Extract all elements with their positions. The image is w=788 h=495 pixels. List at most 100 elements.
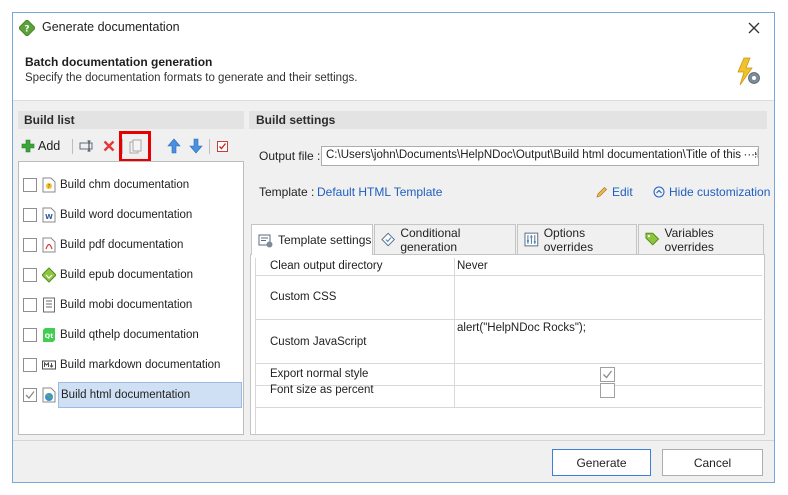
check-all-button[interactable] (213, 135, 231, 157)
build-settings-label: Build settings (256, 113, 336, 127)
template-settings-panel: Clean output directory Never Custom CSS … (250, 254, 765, 435)
generate-documentation-dialog: ? Generate documentation Batch documenta… (12, 12, 775, 483)
build-item-checkbox[interactable] (23, 298, 37, 312)
helpndoc-app-icon: ? (19, 20, 35, 36)
svg-text:W: W (45, 213, 53, 221)
svg-text:?: ? (48, 184, 51, 190)
template-settings-icon (258, 234, 273, 247)
output-file-value: C:\Users\john\Documents\HelpNDoc\Output\… (326, 149, 759, 161)
pdf-icon (42, 237, 56, 253)
build-item-checkbox[interactable] (23, 208, 37, 222)
build-list-label: Build list (24, 113, 75, 127)
tab-options-overrides[interactable]: Options overrides (517, 224, 637, 254)
dialog-header: Batch documentation generation Specify t… (13, 43, 774, 101)
setting-value-cell[interactable]: alert("HelpNDoc Rocks"); (454, 320, 762, 363)
tab-label: Variables overrides (664, 225, 714, 254)
pencil-icon (596, 186, 607, 198)
arrow-down-icon (189, 138, 203, 154)
plus-icon (21, 139, 35, 153)
arrow-up-icon (167, 138, 181, 154)
table-row[interactable]: Font size as percent (256, 383, 762, 408)
build-item-markdown[interactable]: Build markdown documentation (19, 350, 243, 380)
build-item-html[interactable]: Build html documentation (19, 380, 243, 410)
table-row[interactable]: Custom CSS (256, 276, 762, 320)
build-item-mobi[interactable]: Build mobi documentation (19, 290, 243, 320)
epub-icon (42, 267, 56, 283)
export-normal-style-checkbox[interactable] (600, 367, 615, 382)
build-item-checkbox[interactable] (23, 388, 37, 402)
build-item-chm[interactable]: ? Build chm documentation (19, 170, 243, 200)
build-item-word[interactable]: W Build word documentation (19, 200, 243, 230)
tab-label: Conditional generation (400, 225, 461, 254)
build-item-label: Build pdf documentation (60, 239, 184, 251)
hide-customization-link[interactable]: Hide customization (653, 185, 770, 199)
build-item-checkbox[interactable] (23, 358, 37, 372)
edit-label: Edit (612, 185, 633, 199)
duplicate-highlight-box (119, 131, 151, 162)
delete-button[interactable] (99, 135, 119, 157)
build-item-checkbox[interactable] (23, 178, 37, 192)
build-list: ? Build chm documentation W Build word d… (18, 161, 244, 435)
build-item-label: Build mobi documentation (60, 299, 193, 311)
build-item-epub[interactable]: Build epub documentation (19, 260, 243, 290)
delete-x-icon (103, 140, 115, 152)
tag-icon (645, 232, 660, 246)
font-size-percent-checkbox[interactable] (600, 383, 615, 398)
build-item-qthelp[interactable]: Qt Build qthelp documentation (19, 320, 243, 350)
rename-icon (79, 140, 93, 152)
setting-value: Never (457, 260, 488, 272)
tab-conditional-generation[interactable]: Conditional generation (374, 224, 516, 254)
add-button[interactable]: Add (21, 135, 71, 157)
close-icon (748, 22, 760, 34)
svg-text:?: ? (24, 25, 29, 35)
build-item-pdf[interactable]: Build pdf documentation (19, 230, 243, 260)
tab-template-settings[interactable]: Template settings (251, 224, 373, 255)
tab-variables-overrides[interactable]: Variables overrides (638, 224, 764, 254)
footer-separator (13, 440, 774, 441)
setting-value-cell[interactable] (454, 276, 762, 319)
lightning-gear-icon (737, 57, 760, 86)
setting-name: Font size as percent (270, 384, 374, 396)
table-row[interactable]: Custom JavaScript alert("HelpNDoc Rocks"… (256, 320, 762, 364)
hide-customization-label: Hide customization (669, 185, 771, 199)
table-row[interactable]: Clean output directory Never (256, 258, 762, 276)
output-file-field[interactable]: C:\Users\john\Documents\HelpNDoc\Output\… (321, 146, 759, 166)
cancel-button[interactable]: Cancel (662, 449, 763, 476)
setting-value-cell[interactable] (454, 364, 762, 385)
move-down-button[interactable] (187, 135, 205, 157)
browse-button[interactable]: ··· (741, 149, 755, 161)
table-row[interactable]: Export normal style (256, 364, 762, 386)
header-title: Batch documentation generation (25, 55, 213, 69)
build-item-label: Build qthelp documentation (60, 329, 199, 341)
build-item-checkbox[interactable] (23, 268, 37, 282)
markdown-icon (42, 360, 56, 370)
build-item-label: Build epub documentation (60, 269, 193, 281)
tab-label: Options overrides (543, 225, 594, 254)
svg-text:Qt: Qt (45, 332, 54, 340)
setting-name: Export normal style (270, 368, 369, 380)
template-label: Template : (259, 185, 315, 199)
edit-template-link[interactable]: Edit (595, 185, 633, 199)
header-subtitle: Specify the documentation formats to gen… (25, 72, 358, 84)
build-item-label: Build html documentation (58, 382, 242, 408)
rename-button[interactable] (76, 135, 98, 157)
build-item-checkbox[interactable] (23, 328, 37, 342)
title-bar: ? Generate documentation (13, 13, 774, 43)
template-link[interactable]: Default HTML Template (317, 185, 442, 199)
build-item-checkbox[interactable] (23, 238, 37, 252)
checkbox-checked-icon (216, 140, 228, 152)
tab-label: Template settings (278, 233, 372, 247)
options-icon (524, 232, 539, 247)
setting-value-cell[interactable]: Never (454, 258, 762, 275)
checkmark-icon (25, 391, 35, 399)
close-button[interactable] (744, 18, 764, 38)
setting-name: Clean output directory (270, 260, 383, 272)
generate-button[interactable]: Generate (552, 449, 651, 476)
move-up-button[interactable] (165, 135, 183, 157)
build-item-label: Build markdown documentation (60, 359, 221, 371)
setting-name: Custom JavaScript (270, 336, 367, 348)
build-list-header: Build list (18, 111, 244, 129)
build-item-label: Build word documentation (60, 209, 193, 221)
setting-value-cell[interactable] (454, 383, 762, 407)
mobi-icon (43, 297, 55, 313)
